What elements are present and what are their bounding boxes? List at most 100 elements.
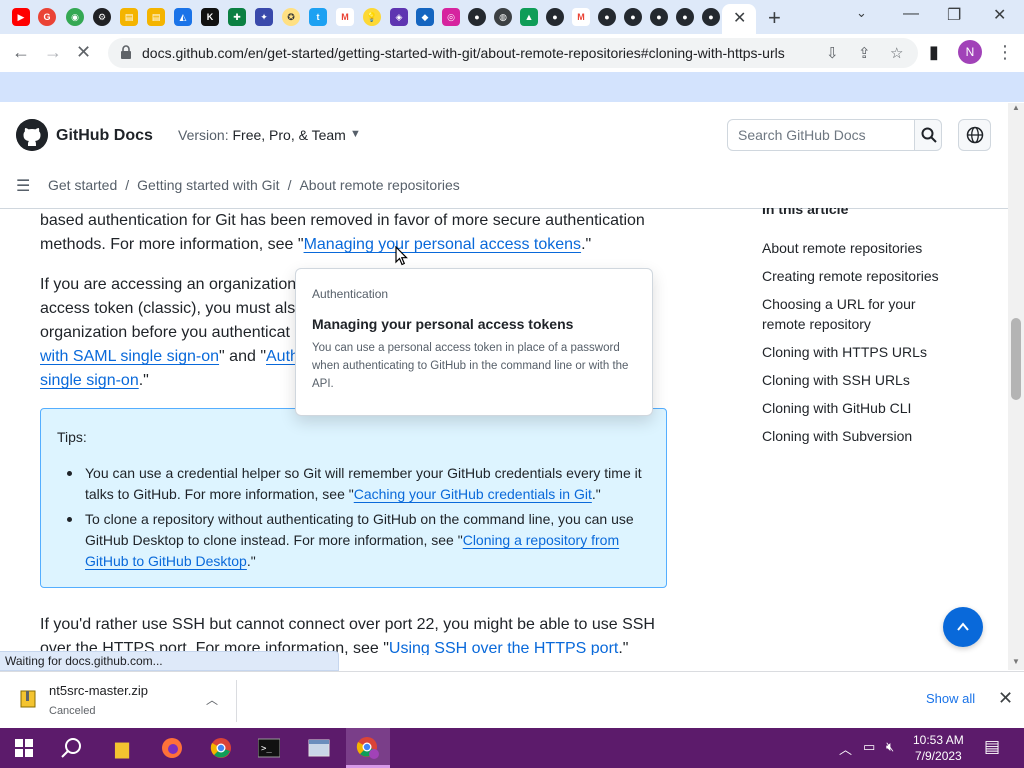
stop-loading-icon[interactable]: ✕ — [76, 42, 91, 63]
tab-strip: ▶ G ◉ ⚙ ▤ ▤ ◭ K ✚ ✦ ✪ t M 💡 ◈ ◆ ◎ ● ◍ ▲ … — [0, 0, 1024, 34]
youtube-tab-icon[interactable]: ▶ — [12, 8, 30, 26]
profile-avatar[interactable]: N — [958, 40, 982, 64]
extension-tab-icon[interactable]: ◉ — [66, 8, 84, 26]
notifications-icon[interactable]: ▤ — [984, 737, 1000, 757]
volume-muted-icon[interactable]: 🔇︎ — [886, 739, 894, 755]
chevron-up-icon[interactable]: ︿ — [206, 691, 218, 708]
new-tab-button[interactable]: + — [768, 5, 781, 31]
single-sign-on-link[interactable]: single sign-on — [40, 372, 139, 389]
toc-link[interactable]: About remote repositories — [762, 238, 952, 258]
managing-tokens-link[interactable]: Managing your personal access tokens — [304, 236, 582, 253]
close-window-icon[interactable]: ✕ — [993, 5, 1006, 25]
windows-start-icon[interactable] — [12, 736, 36, 760]
folder-tab-icon[interactable]: ▤ — [120, 8, 138, 26]
share-icon[interactable]: ⇪ — [858, 44, 871, 62]
kim-tab-icon[interactable]: K — [201, 8, 219, 26]
lightbulb-tab-icon[interactable]: 💡 — [363, 8, 381, 26]
drive-tab-icon[interactable]: ▲ — [520, 8, 538, 26]
scrollbar-thumb[interactable] — [1011, 318, 1021, 400]
side-panel-icon[interactable]: ▮ — [929, 42, 939, 63]
bookmark-star-icon[interactable]: ☆ — [890, 44, 903, 62]
url-text[interactable]: docs.github.com/en/get-started/getting-s… — [142, 45, 822, 61]
github-tab-icon[interactable]: ● — [468, 8, 486, 26]
badge-tab-icon[interactable]: ✪ — [282, 8, 300, 26]
hamburger-menu-icon[interactable]: ☰ — [16, 176, 30, 196]
restore-icon[interactable]: ❐ — [947, 5, 961, 25]
search-icon[interactable] — [60, 736, 84, 760]
game-tab-icon[interactable]: ◆ — [416, 8, 434, 26]
file-explorer-icon[interactable]: ▆ — [110, 736, 134, 760]
twitter-tab-icon[interactable]: t — [309, 8, 327, 26]
chevron-up-icon — [957, 622, 969, 631]
search-input[interactable]: Search GitHub Docs — [727, 119, 915, 151]
github-tab-icon-2[interactable]: ● — [546, 8, 564, 26]
forward-icon[interactable]: → — [44, 42, 62, 63]
close-tab-icon[interactable]: ✕ — [733, 8, 746, 28]
toc-link[interactable]: Cloning with SSH URLs — [762, 370, 952, 390]
tray-chevron-up-icon[interactable]: ︿ — [839, 739, 852, 758]
toc-link[interactable]: Cloning with HTTPS URLs — [762, 342, 952, 362]
toc-link[interactable]: Creating remote repositories — [762, 266, 952, 286]
breadcrumb-item[interactable]: Getting started with Git — [137, 177, 279, 193]
network-icon[interactable]: ▭ — [863, 739, 875, 755]
address-bar[interactable]: docs.github.com/en/get-started/getting-s… — [108, 38, 918, 68]
breadcrumb-item[interactable]: Get started — [48, 177, 117, 193]
grid-tab-icon[interactable]: ✚ — [228, 8, 246, 26]
show-all-downloads-button[interactable]: Show all — [926, 691, 975, 706]
github-tab-icon-7[interactable]: ● — [702, 8, 720, 26]
search-button[interactable] — [914, 119, 942, 151]
chrome-glyph — [210, 738, 231, 758]
app-window-icon[interactable] — [307, 736, 331, 760]
github-tab-icon-6[interactable]: ● — [676, 8, 694, 26]
version-picker[interactable]: Version: Free, Pro, & Team — [178, 127, 346, 143]
authorizing-link[interactable]: Auth — [266, 348, 299, 365]
settings-tab-icon[interactable]: ⚙ — [93, 8, 111, 26]
photo-tab-icon[interactable]: ◭ — [174, 8, 192, 26]
github-tab-icon-4[interactable]: ● — [624, 8, 642, 26]
image-tab-icon[interactable]: ✦ — [255, 8, 273, 26]
breadcrumb-item[interactable]: About remote repositories — [299, 177, 459, 193]
app-window-glyph — [308, 739, 330, 757]
chrome-icon[interactable] — [209, 736, 233, 760]
caret-down-icon[interactable]: ▼ — [350, 128, 361, 140]
github-tab-icon-3[interactable]: ● — [598, 8, 616, 26]
github-logo-icon[interactable] — [16, 119, 48, 151]
language-button[interactable] — [958, 119, 991, 151]
download-filename[interactable]: nt5src-master.zip — [49, 683, 148, 698]
gmail-tab-icon[interactable]: M — [336, 8, 354, 26]
mouse-cursor-icon — [395, 246, 408, 266]
app-tab-icon[interactable]: ◈ — [390, 8, 408, 26]
close-shelf-icon[interactable]: ✕ — [998, 688, 1013, 709]
toc-link[interactable]: Choosing a URL for your remote repositor… — [762, 294, 932, 334]
scroll-up-arrow-icon[interactable]: ▲ — [1012, 103, 1020, 112]
list-item: To clone a repository without authentica… — [67, 509, 645, 572]
gmail-tab-icon-2[interactable]: M — [572, 8, 590, 26]
firefox-icon[interactable] — [160, 736, 184, 760]
minimize-icon[interactable]: — — [903, 5, 919, 23]
clock-date[interactable]: 7/9/2023 — [915, 749, 962, 763]
scroll-down-arrow-icon[interactable]: ▼ — [1012, 657, 1020, 666]
tab-search-icon[interactable]: ⌄ — [856, 5, 867, 21]
saml-sso-link[interactable]: with SAML single sign-on — [40, 348, 219, 365]
toc-link[interactable]: Cloning with GitHub CLI — [762, 398, 952, 418]
chrome-tab-icon[interactable]: ◍ — [494, 8, 512, 26]
caching-credentials-link[interactable]: Caching your GitHub credentials in Git — [354, 486, 592, 502]
globe-icon — [966, 126, 984, 144]
terminal-icon[interactable]: >_ — [257, 736, 281, 760]
instagram-tab-icon[interactable]: ◎ — [442, 8, 460, 26]
ssh-over-https-link[interactable]: Using SSH over the HTTPS port — [389, 640, 618, 655]
folder-tab-icon-2[interactable]: ▤ — [147, 8, 165, 26]
back-to-top-button[interactable] — [943, 607, 983, 647]
chrome-profile-icon[interactable] — [356, 736, 380, 760]
google-tab-icon[interactable]: G — [38, 8, 56, 26]
clock-time[interactable]: 10:53 AM — [913, 733, 964, 747]
download-icon[interactable]: ⇩ — [826, 44, 839, 62]
windows-logo-icon — [15, 739, 33, 757]
menu-icon[interactable]: ⋮ — [996, 42, 1014, 63]
breadcrumb-separator: / — [125, 177, 130, 193]
card-description: You can use a personal access token in p… — [312, 342, 629, 390]
github-tab-icon-5[interactable]: ● — [650, 8, 668, 26]
back-icon[interactable]: ← — [12, 42, 30, 63]
toc-link[interactable]: Cloning with Subversion — [762, 426, 952, 446]
site-title[interactable]: GitHub Docs — [56, 127, 153, 145]
